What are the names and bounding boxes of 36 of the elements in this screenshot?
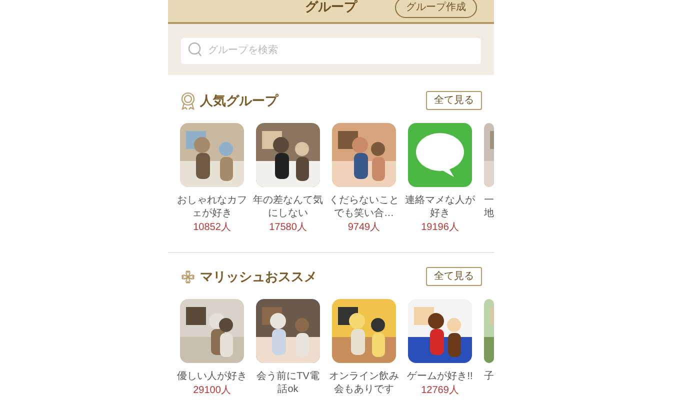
screen-title: グループ (305, 0, 357, 16)
group-card[interactable]: 会う前にTV電話ok (253, 299, 323, 397)
group-name: 子 (484, 370, 494, 383)
search-icon (188, 42, 202, 57)
group-name: 年の差なんて気にしない (253, 194, 323, 220)
group-name: 連絡マメな人が好き (405, 194, 475, 220)
member-count: 9749人 (348, 221, 380, 234)
group-card[interactable]: 子 (481, 299, 494, 397)
group-name: おしゃれなカフェが好き (177, 194, 247, 220)
award-icon (180, 92, 196, 110)
group-name: 一地 (484, 194, 494, 220)
group-card[interactable]: おしゃれなカフェが好き 10852人 (177, 123, 247, 234)
group-name: ゲームが好き!! (406, 370, 474, 383)
member-count: 17580人 (269, 221, 307, 234)
group-card[interactable]: 優しい人が好き 29100人 (177, 299, 247, 397)
see-all-button[interactable]: 全て見る (426, 267, 482, 286)
member-count: 10852人 (193, 221, 231, 234)
clover-icon (180, 268, 196, 284)
group-card[interactable]: オンライン飲み会もありです (329, 299, 399, 397)
group-name: くだらないことでも笑い合… (329, 194, 399, 220)
group-card[interactable]: 年の差なんて気にしない 17580人 (253, 123, 323, 234)
group-card[interactable]: ゲームが好き!! 12769人 (405, 299, 475, 397)
group-card[interactable]: くだらないことでも笑い合… 9749人 (329, 123, 399, 234)
member-count: 29100人 (193, 384, 231, 397)
group-name: 会う前にTV電話ok (256, 370, 320, 396)
member-count: 19196人 (421, 221, 459, 234)
group-name: オンライン飲み会もありです (329, 370, 399, 396)
section-title: マリッシュおススメ (200, 268, 317, 286)
search-field[interactable]: グループを検索 (181, 38, 481, 64)
member-count: 12769人 (421, 384, 459, 397)
group-name: 優しい人が好き (177, 370, 247, 383)
create-group-button[interactable]: グループ作成 (395, 0, 477, 18)
group-card[interactable]: 連絡マメな人が好き 19196人 (405, 123, 475, 234)
section-title: 人気グループ (200, 92, 278, 110)
see-all-button[interactable]: 全て見る (426, 91, 482, 110)
group-card[interactable]: 一地 (481, 123, 494, 234)
